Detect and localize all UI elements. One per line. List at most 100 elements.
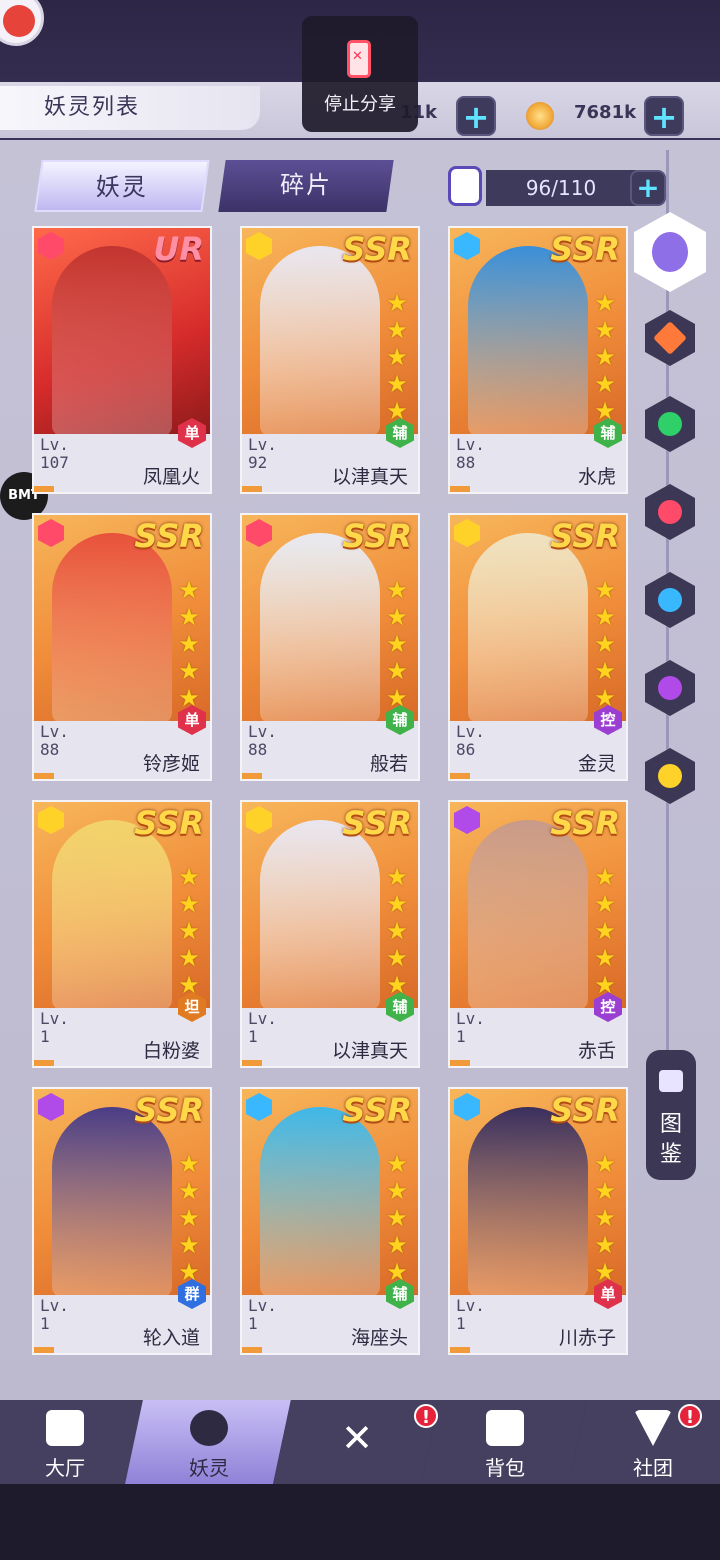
spirit-card[interactable]: SSR ★ ★ ★ ★ ★ 辅 Lv. 1 海座头 (240, 1087, 420, 1355)
spirit-name: 般若 (369, 753, 408, 775)
star-icon: ★ (178, 944, 200, 972)
water-icon (658, 588, 682, 612)
level-value: 1 (248, 1314, 258, 1333)
tab-spirits-label: 妖灵 (95, 173, 148, 201)
stop-share-label: 停止分享 (324, 94, 396, 115)
eye-element-icon (38, 1093, 64, 1121)
spirit-portrait: SSR ★ ★ ★ ★ ★ (242, 802, 418, 1008)
spirit-card[interactable]: UR 单 Lv. 107 凤凰火 (32, 226, 212, 494)
level-value: 88 (456, 453, 476, 472)
level-value: 1 (40, 1027, 50, 1046)
nav-backpack[interactable]: 背包 (421, 1400, 589, 1484)
star-icon: ★ (594, 917, 616, 945)
level-label: Lv. (456, 1296, 485, 1315)
fire-element-icon (246, 519, 272, 547)
character-art (468, 533, 588, 721)
page-title: 妖灵列表 (0, 86, 260, 130)
star-icon: ★ (386, 289, 408, 317)
fire-icon (658, 500, 682, 524)
star-icon: ★ (386, 576, 408, 604)
tab-fragments[interactable]: 碎片 (218, 160, 394, 212)
card-accent-bar (450, 1060, 470, 1066)
level-block: Lv. 88 (40, 723, 69, 759)
eye-icon (658, 676, 682, 700)
level-value: 1 (40, 1314, 50, 1333)
card-accent-bar (34, 486, 54, 492)
spirit-card[interactable]: SSR ★ ★ ★ ★ ★ 辅 Lv. 88 水虎 (448, 226, 628, 494)
star-icon: ★ (594, 1231, 616, 1259)
nav-spirits-label: 妖灵 (189, 1456, 229, 1480)
light-element-icon (38, 806, 64, 834)
spirit-portrait: SSR ★ ★ ★ ★ ★ (450, 802, 626, 1008)
spirit-card[interactable]: SSR ★ ★ ★ ★ ★ 坦 Lv. 1 白粉婆 (32, 800, 212, 1068)
stop-share-button[interactable]: 停止分享 (302, 16, 418, 132)
add-coin-button[interactable]: + (644, 96, 684, 136)
star-rating: ★ ★ ★ ★ ★ (590, 1151, 620, 1286)
codex-button[interactable]: 图鉴 (646, 1050, 696, 1180)
star-icon: ★ (178, 1177, 200, 1205)
backpack-icon (486, 1410, 524, 1446)
star-icon: ★ (594, 316, 616, 344)
nav-hall-label: 大厅 (45, 1456, 85, 1480)
star-icon: ★ (594, 370, 616, 398)
star-rating: ★ ★ ★ ★ ★ (382, 577, 412, 712)
level-block: Lv. 92 (248, 436, 277, 472)
level-value: 1 (456, 1027, 466, 1046)
star-rating: ★ ★ ★ ★ ★ (174, 864, 204, 999)
expand-capacity-button[interactable]: + (630, 170, 666, 206)
star-icon: ★ (594, 289, 616, 317)
star-rating: ★ ★ ★ ★ ★ (382, 864, 412, 999)
spirit-card[interactable]: SSR ★ ★ ★ ★ ★ 控 Lv. 1 赤舌 (448, 800, 628, 1068)
coin-resource: 7681k + (524, 96, 694, 136)
spirit-card[interactable]: SSR ★ ★ ★ ★ ★ 单 Lv. 88 铃彦姬 (32, 513, 212, 781)
star-icon: ★ (386, 1204, 408, 1232)
star-icon: ★ (386, 657, 408, 685)
spirit-card[interactable]: SSR ★ ★ ★ ★ ★ 辅 Lv. 92 以津真天 (240, 226, 420, 494)
level-value: 1 (456, 1314, 466, 1333)
character-art (468, 246, 588, 434)
star-icon: ★ (178, 630, 200, 658)
spirit-portrait: SSR ★ ★ ★ ★ ★ (450, 515, 626, 721)
star-icon: ★ (594, 343, 616, 371)
spirit-name: 赤舌 (577, 1040, 616, 1062)
star-icon: ★ (386, 944, 408, 972)
spirit-name: 白粉婆 (142, 1040, 200, 1062)
tab-spirits[interactable]: 妖灵 (34, 160, 210, 212)
spirit-card[interactable]: SSR ★ ★ ★ ★ ★ 群 Lv. 1 轮入道 (32, 1087, 212, 1355)
level-label: Lv. (40, 1296, 69, 1315)
card-accent-bar (450, 773, 470, 779)
star-icon: ★ (178, 1204, 200, 1232)
add-gem-button[interactable]: + (456, 96, 496, 136)
card-accent-bar (242, 1347, 262, 1353)
level-block: Lv. 86 (456, 723, 485, 759)
spirit-card[interactable]: SSR ★ ★ ★ ★ ★ 辅 Lv. 1 以津真天 (240, 800, 420, 1068)
star-rating: ★ ★ ★ ★ ★ (590, 864, 620, 999)
card-accent-bar (242, 486, 262, 492)
spirit-card[interactable]: SSR ★ ★ ★ ★ ★ 单 Lv. 1 川赤子 (448, 1087, 628, 1355)
level-block: Lv. 88 (248, 723, 277, 759)
star-rating: ★ ★ ★ ★ ★ (382, 1151, 412, 1286)
spirit-name: 铃彦姬 (142, 753, 200, 775)
level-block: Lv. 1 (456, 1010, 485, 1046)
spirit-portrait: UR (34, 228, 210, 434)
rarity-label: SSR (134, 1091, 204, 1129)
star-icon: ★ (594, 657, 616, 685)
level-value: 88 (40, 740, 60, 759)
spirit-portrait: SSR ★ ★ ★ ★ ★ (450, 1089, 626, 1295)
rarity-label: SSR (550, 804, 620, 842)
water-element-icon (246, 1093, 272, 1121)
coin-icon (526, 102, 554, 130)
spirit-name: 海座头 (350, 1327, 408, 1349)
rarity-label: SSR (342, 517, 412, 555)
level-label: Lv. (248, 435, 277, 454)
capacity-value: 96/110 (486, 170, 636, 206)
home-icon (46, 1410, 84, 1446)
card-accent-bar (242, 1060, 262, 1066)
phone-icon (347, 40, 371, 78)
nav-guild-label: 社团 (633, 1456, 673, 1480)
character-art (260, 246, 380, 434)
spirit-card[interactable]: SSR ★ ★ ★ ★ ★ 辅 Lv. 88 般若 (240, 513, 420, 781)
star-icon: ★ (386, 1231, 408, 1259)
nav-spirits[interactable]: 妖灵 (125, 1400, 293, 1484)
spirit-card[interactable]: SSR ★ ★ ★ ★ ★ 控 Lv. 86 金灵 (448, 513, 628, 781)
